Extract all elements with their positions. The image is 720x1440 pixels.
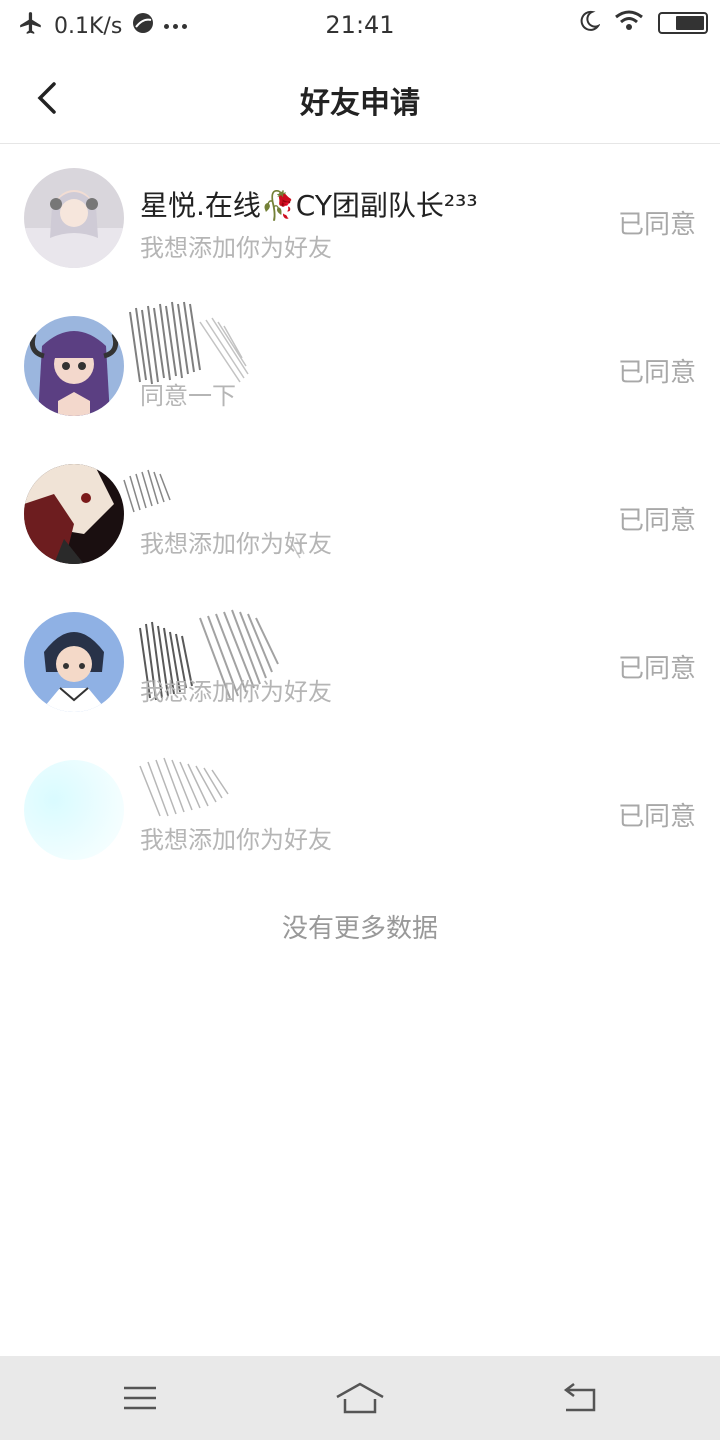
battery-icon	[658, 12, 708, 34]
friend-request-list: 星悦.在线🥀CY团副队长²³³ 我想添加你为好友 已同意 同意一下 已同意 我想…	[0, 144, 720, 884]
request-status: 已同意	[617, 506, 696, 536]
avatar[interactable]	[24, 464, 124, 564]
request-row[interactable]: 星悦.在线🥀CY团副队长²³³ 我想添加你为好友 已同意	[0, 144, 720, 292]
request-row[interactable]: 我想添加你为好友 已同意	[0, 588, 720, 736]
request-status: 已同意	[617, 358, 696, 388]
status-bar: 0.1K/s 21:41	[0, 0, 720, 52]
page-title: 好友申请	[300, 86, 420, 121]
back-icon	[563, 1383, 596, 1412]
home-button[interactable]	[330, 1378, 390, 1418]
request-message: 我想添加你为好友	[140, 678, 332, 706]
request-message: 我想添加你为好友	[140, 826, 332, 854]
request-status: 已同意	[617, 654, 696, 684]
system-back-button[interactable]	[550, 1378, 610, 1418]
request-message: 同意一下	[140, 382, 236, 410]
wifi-icon	[614, 10, 644, 36]
avatar[interactable]	[24, 168, 124, 268]
request-message: 我想添加你为好友	[140, 530, 332, 558]
request-row[interactable]: 我想添加你为好友 已同意	[0, 440, 720, 588]
menu-button[interactable]	[110, 1378, 170, 1418]
status-right	[578, 10, 708, 36]
request-message: 我想添加你为好友	[140, 234, 332, 262]
request-row[interactable]: 我想添加你为好友 已同意	[0, 736, 720, 884]
nav-header: 好友申请	[0, 52, 720, 144]
request-status: 已同意	[617, 802, 696, 832]
app-screen: 0.1K/s 21:41 好友申请 星悦.在线🥀CY团副队长²³³ 我想添加你为…	[0, 0, 720, 1440]
moon-icon	[578, 10, 601, 36]
home-icon	[336, 1382, 384, 1414]
menu-icon	[124, 1386, 156, 1410]
no-more-data-text: 没有更多数据	[281, 914, 438, 944]
request-status: 已同意	[617, 210, 696, 240]
avatar[interactable]	[24, 760, 124, 860]
system-nav-bar	[0, 1356, 720, 1440]
avatar[interactable]	[24, 612, 124, 712]
request-row[interactable]: 同意一下 已同意	[0, 292, 720, 440]
requester-name: 星悦.在线🥀CY团副队长²³³	[140, 189, 478, 222]
avatar[interactable]	[24, 316, 124, 416]
